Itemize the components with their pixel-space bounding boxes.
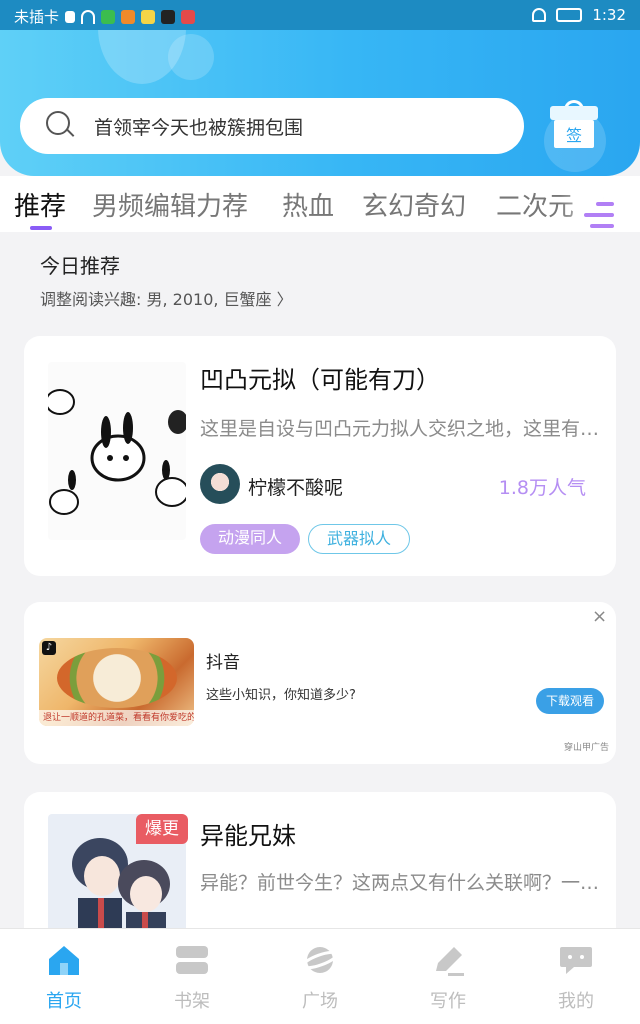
nav-write[interactable]: 写作 <box>384 929 512 1024</box>
tiktok-icon: ♪ <box>42 641 56 655</box>
nav-home-label: 首页 <box>46 991 82 1012</box>
chat-app-icon <box>121 9 136 24</box>
book-title: 异能兄妹 <box>200 822 296 850</box>
pen-icon <box>436 947 464 976</box>
sign-in-gift-button[interactable]: 签 <box>550 100 598 150</box>
decor-bubble <box>168 34 214 80</box>
book-description: 异能？前世今生？这两点又有什么关联啊？一切的一切... <box>200 872 600 894</box>
gift-lid <box>550 106 598 120</box>
today-section: 今日推荐 调整阅读兴趣: 男, 2010, 巨蟹座 〉 <box>0 232 640 310</box>
nav-bookshelf[interactable]: 书架 <box>128 929 256 1024</box>
tab-hot-blood[interactable]: 热血 <box>282 186 334 223</box>
today-title: 今日推荐 <box>40 254 120 278</box>
tab-fantasy[interactable]: 玄幻奇幻 <box>362 186 466 223</box>
author-avatar <box>200 464 240 504</box>
close-icon[interactable]: × <box>592 606 607 627</box>
qq-app-icon <box>141 9 156 24</box>
book-card[interactable]: 凹凸元拟（可能有刀） 这里是自设与凹凸元力拟人交织之地，这里有着许多... 柠檬… <box>24 336 616 576</box>
battery-icon <box>556 8 583 22</box>
hot-update-badge: 爆更 <box>136 814 188 844</box>
nav-home[interactable]: 首页 <box>0 929 128 1024</box>
ad-card[interactable]: ♪ 退让一顺道的孔道菜，看看有你爱吃的没? 抖音 这些小知识，你知道多少? 下载… <box>24 602 616 764</box>
food-image <box>57 648 177 708</box>
ad-image-caption: 退让一顺道的孔道菜，看看有你爱吃的没? <box>39 710 194 726</box>
chat-bubble-icon <box>560 947 592 974</box>
tab-recommend[interactable]: 推荐 <box>14 186 66 223</box>
carrier-text: 未插卡 <box>14 8 60 26</box>
wifi-icon <box>81 9 96 24</box>
home-icon <box>49 946 79 975</box>
news-app-icon <box>181 9 196 24</box>
category-tabs: 推荐 男频编辑力荐 热血 玄幻奇幻 二次元 言 <box>0 176 640 232</box>
clock: 1:32 <box>592 6 626 24</box>
nav-bookshelf-label: 书架 <box>174 991 210 1012</box>
nav-write-label: 写作 <box>430 991 466 1012</box>
ad-image: ♪ 退让一顺道的孔道菜，看看有你爱吃的没? <box>39 638 194 726</box>
book-description: 这里是自设与凹凸元力拟人交织之地，这里有着许多... <box>200 418 600 440</box>
gift-label: 签 <box>565 126 582 145</box>
nav-plaza-label: 广场 <box>302 991 338 1012</box>
popularity-count: 1.8万人气 <box>498 477 586 499</box>
book-cover <box>48 362 186 540</box>
ad-source: 穿山甲广告 <box>564 743 610 753</box>
nav-me[interactable]: 我的 <box>512 929 640 1024</box>
ad-download-button[interactable]: 下载观看 <box>536 688 605 714</box>
bottom-navigation: 首页 书架 广场 写作 我的 <box>0 928 640 1024</box>
search-bar[interactable]: 首领宰今天也被簇拥包围 <box>20 98 524 154</box>
tiktok-app-icon <box>161 9 176 24</box>
lock-app-icon <box>101 9 116 24</box>
reading-interest-link[interactable]: 调整阅读兴趣: 男, 2010, 巨蟹座 〉 <box>40 286 293 310</box>
tag-anime-fanfic[interactable]: 动漫同人 <box>200 524 301 554</box>
header: 未插卡 1:32 首领宰今天也被簇拥包围 签 <box>0 0 640 176</box>
search-placeholder: 首领宰今天也被簇拥包围 <box>94 116 304 139</box>
mute-icon <box>532 8 547 22</box>
tag-weapon-personification[interactable]: 武器拟人 <box>308 524 411 554</box>
sim-icon <box>65 10 76 23</box>
search-icon <box>46 111 76 141</box>
ad-title: 抖音 <box>206 653 240 673</box>
book-title: 凹凸元拟（可能有刀） <box>200 366 440 394</box>
status-bar: 未插卡 1:32 <box>0 0 640 30</box>
bookshelf-icon <box>176 946 208 974</box>
tab-editor-picks[interactable]: 男频编辑力荐 <box>92 186 248 223</box>
nav-plaza[interactable]: 广场 <box>256 929 384 1024</box>
active-tab-indicator <box>30 226 52 230</box>
tab-menu-icon[interactable] <box>584 198 614 232</box>
nav-me-label: 我的 <box>558 991 594 1012</box>
planet-icon <box>302 947 338 973</box>
ad-description: 这些小知识，你知道多少? <box>206 688 356 703</box>
author-name: 柠檬不酸呢 <box>248 477 344 499</box>
